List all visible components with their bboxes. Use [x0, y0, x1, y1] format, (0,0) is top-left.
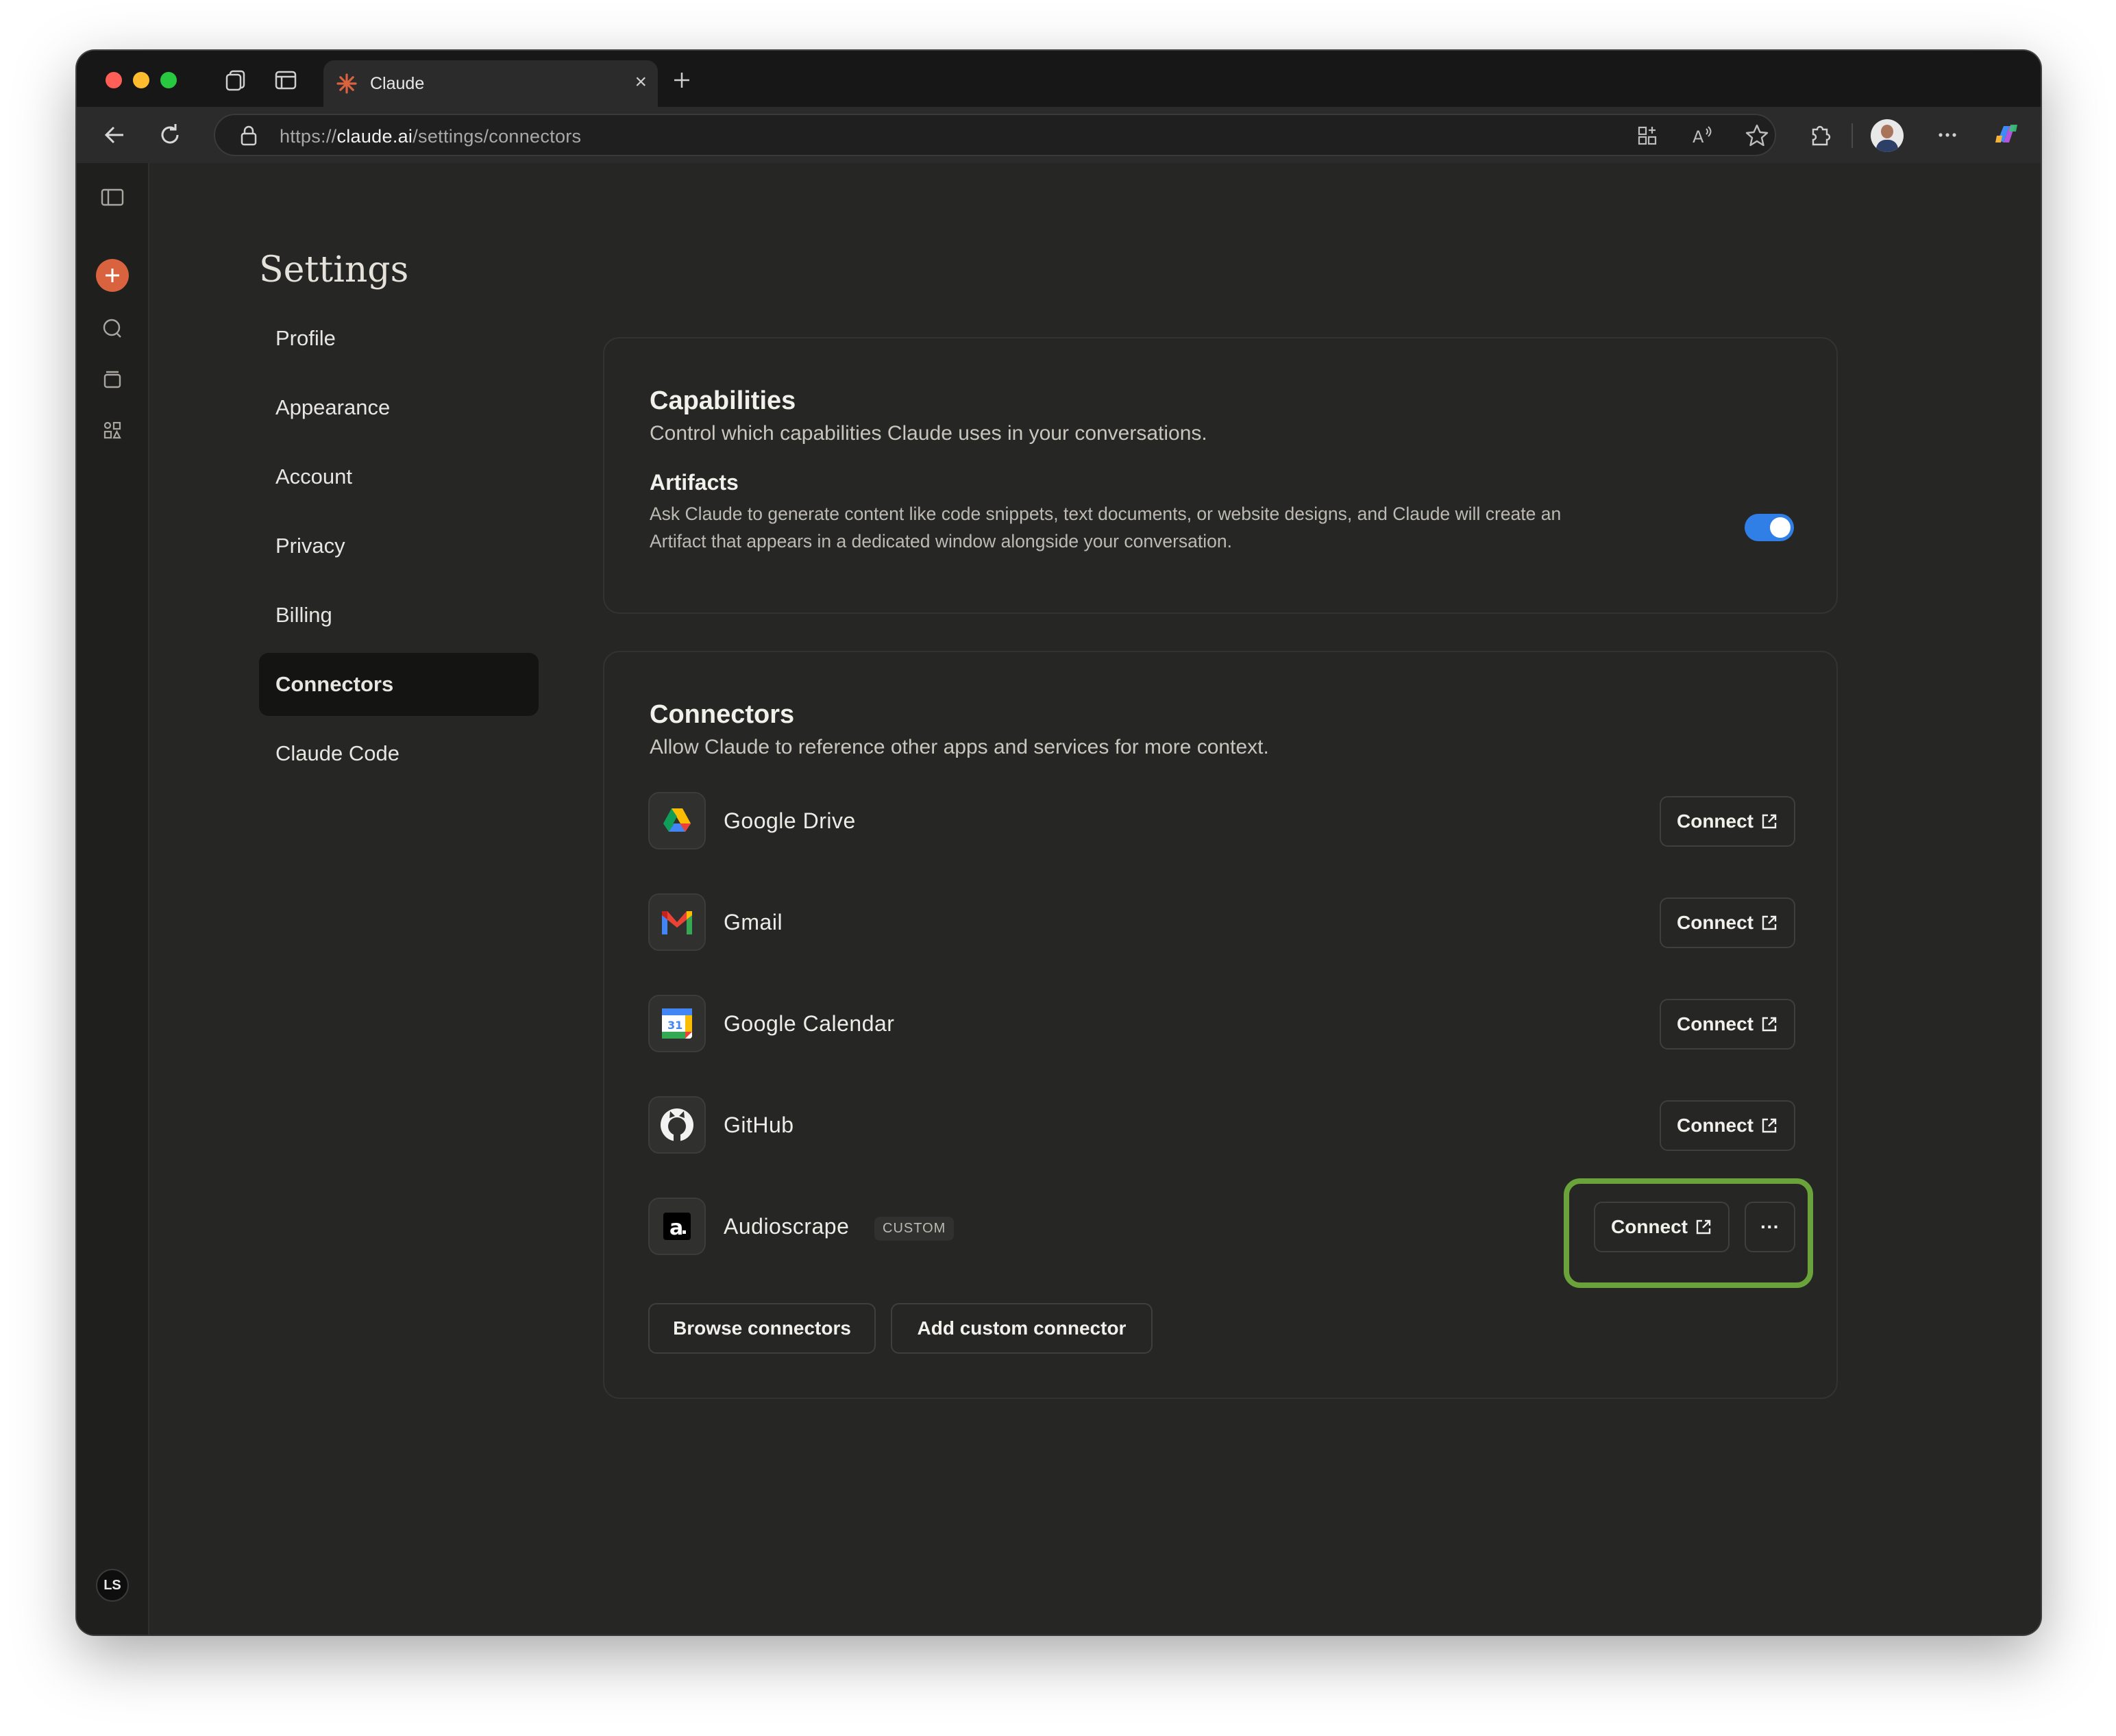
maximize-window-button[interactable]	[160, 72, 177, 88]
address-bar[interactable]: https://claude.ai/settings/connectors A	[214, 114, 1776, 156]
user-avatar[interactable]: LS	[96, 1569, 129, 1602]
connect-gmail-button[interactable]: Connect	[1660, 897, 1795, 948]
artifacts-icon[interactable]	[99, 417, 126, 444]
nav-item-appearance[interactable]: Appearance	[259, 376, 539, 439]
workspaces-icon[interactable]	[223, 67, 249, 93]
capabilities-title: Capabilities	[650, 386, 796, 415]
nav-item-billing[interactable]: Billing	[259, 584, 539, 647]
more-icon: ···	[1760, 1216, 1780, 1237]
external-link-icon	[1696, 1219, 1711, 1235]
svg-text:a: a	[669, 1216, 683, 1240]
projects-icon[interactable]	[99, 366, 126, 393]
artifacts-toggle[interactable]	[1745, 514, 1794, 541]
external-link-icon	[1762, 1118, 1777, 1133]
connector-name: GitHub	[724, 1113, 794, 1137]
connector-name: Audioscrape	[724, 1214, 850, 1239]
url-text[interactable]: https://claude.ai/settings/connectors	[280, 126, 581, 147]
connectors-subtitle: Allow Claude to reference other apps and…	[650, 736, 1269, 758]
browser-toolbar: https://claude.ai/settings/connectors A	[77, 107, 2041, 163]
new-chat-button[interactable]	[96, 259, 129, 292]
connect-google-calendar-button[interactable]: Connect	[1660, 999, 1795, 1050]
profile-avatar[interactable]	[1871, 119, 1904, 152]
minimize-window-button[interactable]	[133, 72, 149, 88]
capabilities-card: Capabilities Control which capabilities …	[603, 337, 1838, 614]
copilot-icon[interactable]	[1993, 121, 2020, 148]
more-menu-icon[interactable]	[1934, 121, 1961, 149]
app-available-icon[interactable]	[1634, 122, 1661, 149]
nav-item-connectors[interactable]: Connectors	[259, 653, 539, 716]
nav-item-profile[interactable]: Profile	[259, 307, 539, 370]
connectors-title: Connectors	[650, 700, 795, 729]
capabilities-subtitle: Control which capabilities Claude uses i…	[650, 422, 1207, 445]
close-window-button[interactable]	[106, 72, 122, 88]
custom-badge: CUSTOM	[874, 1217, 955, 1241]
tab-actions-icon[interactable]	[273, 67, 299, 93]
google-drive-icon	[648, 792, 706, 850]
artifacts-description: Ask Claude to generate content like code…	[650, 504, 1562, 551]
external-link-icon	[1762, 915, 1777, 930]
connector-name: Google Drive	[724, 808, 856, 833]
nav-item-privacy[interactable]: Privacy	[259, 514, 539, 578]
connectors-card: Connectors Allow Claude to reference oth…	[603, 651, 1838, 1399]
new-tab-icon[interactable]	[669, 67, 695, 93]
sidebar-toggle-icon[interactable]	[99, 184, 126, 211]
gmail-icon	[648, 893, 706, 951]
connector-name: Gmail	[724, 910, 783, 934]
reload-icon[interactable]	[156, 121, 184, 149]
back-arrow-icon[interactable]	[101, 121, 129, 149]
google-calendar-icon: 31	[648, 995, 706, 1052]
connect-github-button[interactable]: Connect	[1660, 1100, 1795, 1151]
audioscrape-more-button[interactable]: ···	[1745, 1202, 1795, 1252]
connector-name: Google Calendar	[724, 1011, 895, 1036]
page-content: LS Settings Profile Appearance Account P…	[77, 163, 2041, 1635]
page-title: Settings	[259, 249, 409, 290]
plus-icon	[106, 269, 119, 282]
svg-text:A: A	[1693, 127, 1704, 147]
favorite-star-icon[interactable]	[1743, 122, 1771, 149]
tab-claude[interactable]: Claude ×	[323, 60, 658, 107]
tab-bar: Claude ×	[77, 51, 2041, 107]
browse-connectors-button[interactable]: Browse connectors	[648, 1303, 876, 1354]
lock-icon[interactable]	[238, 125, 259, 147]
chats-icon[interactable]	[99, 315, 126, 343]
github-icon	[648, 1096, 706, 1154]
audioscrape-icon: a	[648, 1198, 706, 1255]
tab-close-icon[interactable]: ×	[635, 70, 647, 95]
artifacts-title: Artifacts	[650, 470, 739, 495]
connect-audioscrape-button[interactable]: Connect	[1594, 1202, 1730, 1252]
nav-item-claude-code[interactable]: Claude Code	[259, 722, 539, 785]
add-custom-connector-button[interactable]: Add custom connector	[891, 1303, 1153, 1354]
svg-text:31: 31	[667, 1019, 682, 1032]
read-aloud-icon[interactable]: A	[1688, 122, 1716, 149]
left-rail: LS	[77, 163, 149, 1635]
external-link-icon	[1762, 1017, 1777, 1032]
toolbar-divider	[1852, 123, 1853, 148]
tab-title: Claude	[370, 74, 425, 93]
browser-window: Claude × https://claude.ai/settings/conn…	[77, 51, 2041, 1635]
extensions-icon[interactable]	[1806, 121, 1834, 149]
external-link-icon	[1762, 814, 1777, 829]
nav-item-account[interactable]: Account	[259, 445, 539, 508]
connect-google-drive-button[interactable]: Connect	[1660, 796, 1795, 847]
claude-logo-icon	[336, 73, 357, 94]
